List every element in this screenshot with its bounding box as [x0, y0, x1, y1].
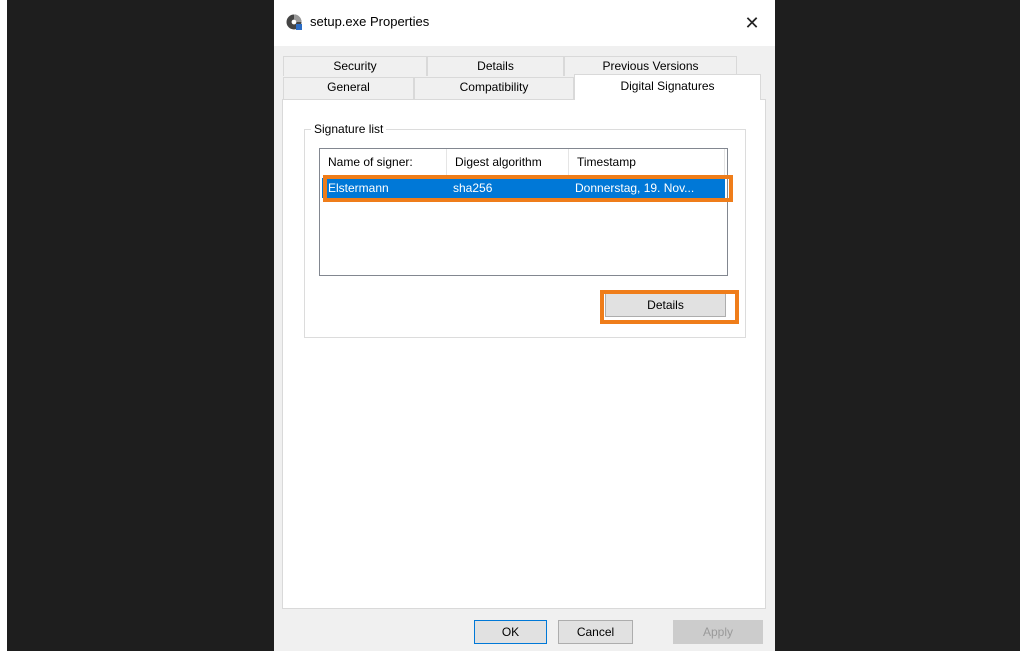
- properties-dialog: setup.exe Properties ✕ Security Details …: [274, 0, 775, 651]
- column-name-of-signer[interactable]: Name of signer:: [320, 149, 447, 175]
- apply-button[interactable]: Apply: [673, 620, 763, 644]
- tab-previous-versions[interactable]: Previous Versions: [564, 56, 737, 76]
- tab-digital-signatures[interactable]: Digital Signatures: [574, 74, 761, 100]
- tab-compatibility[interactable]: Compatibility: [414, 77, 574, 99]
- cancel-button[interactable]: Cancel: [558, 620, 633, 644]
- timestamp-cell: Donnerstag, 19. Nov...: [575, 181, 695, 195]
- close-button[interactable]: ✕: [729, 0, 775, 46]
- digital-signatures-panel: Signature list Name of signer: Digest al…: [282, 99, 766, 609]
- title-bar: setup.exe Properties ✕: [274, 0, 775, 46]
- column-timestamp[interactable]: Timestamp: [569, 149, 725, 175]
- listview-header: Name of signer: Digest algorithm Timesta…: [320, 149, 727, 175]
- tab-general[interactable]: General: [283, 77, 414, 99]
- close-icon: ✕: [744, 12, 760, 33]
- backdrop-right: [775, 0, 1020, 651]
- signer-cell: Elstermann: [328, 181, 389, 195]
- dialog-title: setup.exe Properties: [310, 14, 430, 29]
- signature-row[interactable]: Elstermann sha256 Donnerstag, 19. Nov...: [322, 178, 725, 198]
- setup-disc-icon: [285, 13, 303, 31]
- tab-details[interactable]: Details: [427, 56, 564, 76]
- signature-list-label: Signature list: [311, 122, 387, 136]
- column-digest-algorithm[interactable]: Digest algorithm: [447, 149, 569, 175]
- signature-listview[interactable]: Name of signer: Digest algorithm Timesta…: [319, 148, 728, 276]
- tab-security[interactable]: Security: [283, 56, 427, 76]
- backdrop-left: [7, 0, 274, 651]
- ok-button[interactable]: OK: [474, 620, 547, 644]
- details-button[interactable]: Details: [605, 293, 726, 317]
- digest-cell: sha256: [453, 181, 493, 195]
